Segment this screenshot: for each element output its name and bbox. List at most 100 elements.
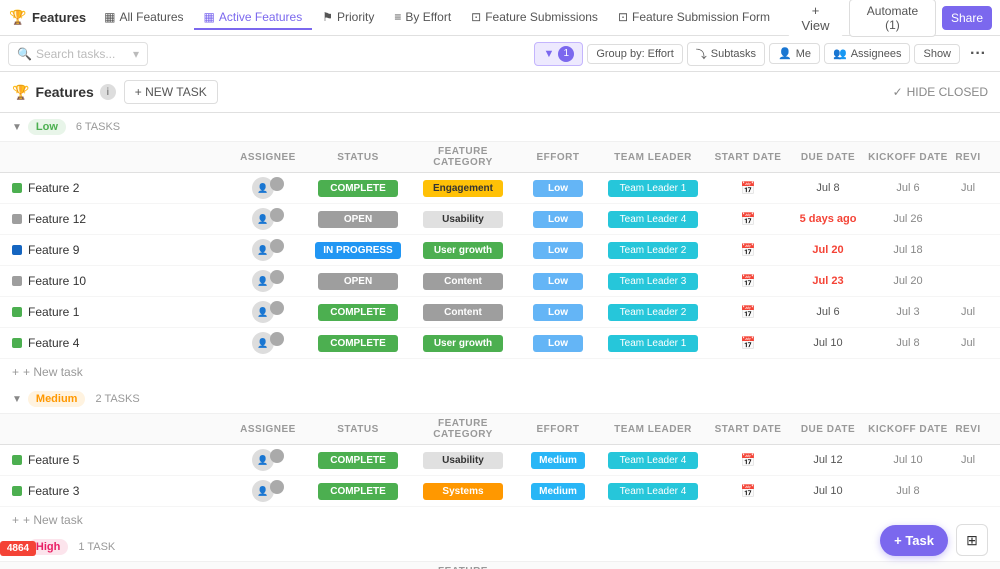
add-task-low[interactable]: + + New task — [0, 359, 1000, 385]
task-effort: Low — [518, 180, 598, 197]
task-team-leader: Team Leader 2 — [598, 242, 708, 259]
tab-priority-icon: ⚑ — [322, 10, 333, 24]
plus-icon: + — [12, 513, 19, 527]
search-placeholder: Search tasks... — [36, 47, 115, 61]
more-options[interactable]: ··· — [964, 42, 992, 66]
automate-button[interactable]: Automate (1) — [849, 0, 936, 37]
group-medium-badge[interactable]: Medium — [28, 391, 86, 407]
task-kickoff: Jul 6 — [868, 182, 948, 194]
tab-priority[interactable]: ⚑ Priority — [312, 6, 384, 30]
task-team-leader: Team Leader 3 — [598, 273, 708, 290]
tab-active-features[interactable]: ▦ Active Features — [194, 6, 313, 30]
task-assignee: 👤 — [228, 480, 308, 502]
group-high: ▼ High 1 TASK ASSIGNEE STATUS FEATURE CA… — [0, 533, 1000, 569]
task-assignee: 👤 — [228, 301, 308, 323]
task-effort: Low — [518, 242, 598, 259]
task-effort: Low — [518, 211, 598, 228]
show-label: Show — [923, 48, 951, 60]
task-effort: Low — [518, 304, 598, 321]
subtasks-icon: ⤵ — [696, 46, 707, 62]
top-nav: 🏆 Features ▦ All Features ▦ Active Featu… — [0, 0, 1000, 36]
task-start-date: 📅 — [708, 336, 788, 350]
search-dropdown-icon: ▾ — [133, 47, 139, 61]
table-row[interactable]: Feature 9 👤 IN PROGRESS User growth Low … — [0, 235, 1000, 266]
table-row[interactable]: Feature 5 👤 COMPLETE Usability Medium Te… — [0, 445, 1000, 476]
task-dot — [12, 307, 22, 317]
task-due-date: Jul 6 — [788, 306, 868, 318]
table-row[interactable]: Feature 1 👤 COMPLETE Content Low Team Le… — [0, 297, 1000, 328]
tab-feature-submissions[interactable]: ⊡ Feature Submissions — [461, 6, 608, 30]
col-headers-medium: ASSIGNEE STATUS FEATURE CATEGORY EFFORT … — [0, 414, 1000, 445]
group-low-chevron[interactable]: ▼ — [12, 122, 22, 133]
task-dot — [12, 338, 22, 348]
task-feature-cat: Systems — [408, 483, 518, 500]
task-assignee: 👤 — [228, 177, 308, 199]
info-icon[interactable]: i — [100, 84, 116, 100]
search-box[interactable]: 🔍 Search tasks... ▾ — [8, 42, 148, 66]
table-row[interactable]: Feature 4 👤 COMPLETE User growth Low Tea… — [0, 328, 1000, 359]
task-team-leader: Team Leader 2 — [598, 304, 708, 321]
task-start-date: 📅 — [708, 181, 788, 195]
assignees-pill[interactable]: 👥 Assignees — [824, 43, 910, 64]
subtasks-label: Subtasks — [711, 48, 756, 60]
task-start-date: 📅 — [708, 243, 788, 257]
table-row[interactable]: Feature 3 👤 COMPLETE Systems Medium Team… — [0, 476, 1000, 507]
page-title-text: Features — [35, 84, 93, 100]
check-icon: ✓ — [893, 85, 903, 99]
group-medium-chevron[interactable]: ▼ — [12, 394, 22, 405]
task-due-date: 5 days ago — [788, 213, 868, 225]
share-button[interactable]: Share — [942, 6, 992, 30]
group-medium: ▼ Medium 2 TASKS ASSIGNEE STATUS FEATURE… — [0, 385, 1000, 533]
show-pill[interactable]: Show — [914, 44, 960, 64]
nav-title: Features — [32, 10, 86, 25]
subtasks-pill[interactable]: ⤵ Subtasks — [687, 42, 765, 66]
task-dot — [12, 183, 22, 193]
filter-count-pill[interactable]: ▼ 1 — [534, 42, 583, 66]
task-name: Feature 12 — [28, 212, 228, 226]
grid-view-button[interactable]: ⊞ — [956, 524, 988, 556]
group-by-pill[interactable]: Group by: Effort — [587, 44, 682, 64]
group-low-header: ▼ Low 6 TASKS — [0, 113, 1000, 142]
group-low-badge[interactable]: Low — [28, 119, 66, 135]
view-button[interactable]: + View — [788, 0, 843, 37]
task-name: Feature 2 — [28, 181, 228, 195]
filter-icon: ▼ — [543, 48, 554, 60]
task-team-leader: Team Leader 1 — [598, 180, 708, 197]
hide-closed-button[interactable]: ✓ HIDE CLOSED — [893, 85, 988, 99]
nav-tabs: ▦ All Features ▦ Active Features ⚑ Prior… — [94, 6, 780, 30]
group-medium-count: 2 TASKS — [95, 393, 139, 405]
task-effort: Medium — [518, 483, 598, 500]
notification-badge: 4864 — [0, 541, 36, 556]
col-headers-low: ASSIGNEE STATUS FEATURE CATEGORY EFFORT … — [0, 142, 1000, 173]
task-kickoff: Jul 18 — [868, 244, 948, 256]
task-name: Feature 9 — [28, 243, 228, 257]
tab-feature-submissions-icon: ⊡ — [471, 10, 481, 24]
task-due-date: Jul 20 — [788, 244, 868, 256]
tab-all-features[interactable]: ▦ All Features — [94, 6, 193, 30]
task-dot — [12, 214, 22, 224]
task-status: IN PROGRESS — [308, 242, 408, 259]
task-effort: Low — [518, 335, 598, 352]
task-feature-cat: Usability — [408, 211, 518, 228]
table-row[interactable]: Feature 10 👤 OPEN Content Low Team Leade… — [0, 266, 1000, 297]
hide-closed-label: HIDE CLOSED — [907, 85, 988, 99]
task-kickoff: Jul 3 — [868, 306, 948, 318]
table-row[interactable]: Feature 2 👤 COMPLETE Engagement Low Team… — [0, 173, 1000, 204]
task-status: OPEN — [308, 211, 408, 228]
task-kickoff: Jul 20 — [868, 275, 948, 287]
page-trophy-icon: 🏆 — [12, 84, 29, 101]
floating-area: + Task ⊞ — [880, 524, 988, 556]
task-feature-cat: Content — [408, 304, 518, 321]
tab-by-effort[interactable]: ≡ By Effort — [384, 6, 461, 30]
task-review: Jul — [948, 454, 988, 466]
table-row[interactable]: Feature 12 👤 OPEN Usability Low Team Lea… — [0, 204, 1000, 235]
me-pill[interactable]: 👤 Me — [769, 43, 820, 64]
task-status: OPEN — [308, 273, 408, 290]
add-task-float-button[interactable]: + Task — [880, 525, 948, 556]
add-task-medium[interactable]: + + New task — [0, 507, 1000, 533]
new-task-button[interactable]: + NEW TASK — [124, 80, 218, 104]
tab-feature-submission-form[interactable]: ⊡ Feature Submission Form — [608, 6, 780, 30]
me-icon: 👤 — [778, 47, 792, 60]
task-due-date: Jul 8 — [788, 182, 868, 194]
task-feature-cat: Content — [408, 273, 518, 290]
